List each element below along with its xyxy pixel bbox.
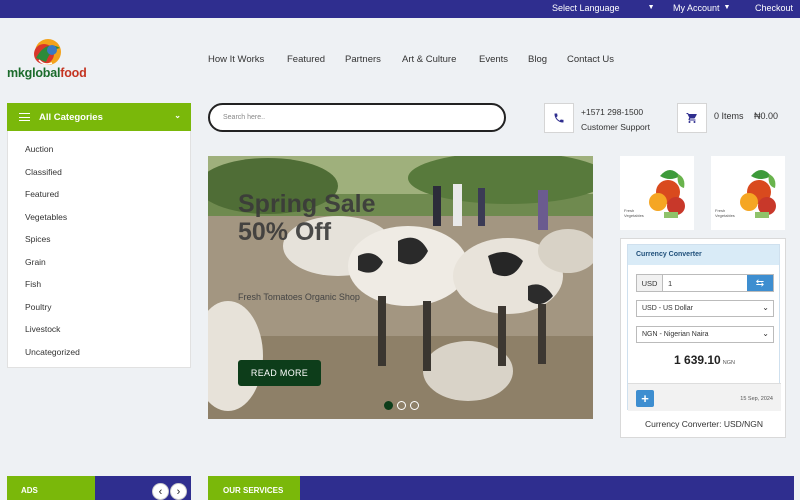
rate-date: 15 Sep, 2024 <box>740 396 773 402</box>
chevron-down-icon: ▼ <box>647 3 655 11</box>
services-section-bar: OUR SERVICES <box>208 476 794 500</box>
slider-dot-2[interactable] <box>397 401 406 410</box>
my-account-label: My Account <box>673 3 720 13</box>
read-more-button[interactable]: READ MORE <box>238 360 321 386</box>
swap-icon[interactable]: ⇆ <box>747 275 773 291</box>
hero-title: Spring Sale 50% Off <box>238 190 376 246</box>
language-selector[interactable]: Select Language ▼ <box>552 3 655 13</box>
category-uncategorized[interactable]: Uncategorized <box>25 347 80 357</box>
category-list: Auction Classified Featured Vegetables S… <box>7 131 191 368</box>
cart-summary[interactable]: 0 Items ₦0.00 <box>714 111 778 121</box>
from-currency-code: USD <box>637 275 663 291</box>
chevron-down-icon: ⌄ <box>762 329 769 338</box>
nav-events[interactable]: Events <box>479 54 508 65</box>
from-currency-select[interactable]: USD - US Dollar ⌄ <box>636 300 774 317</box>
chevron-down-icon: ⌄ <box>762 303 769 312</box>
search-input[interactable]: Search here.. <box>208 103 506 132</box>
checkout-label: Checkout <box>755 3 794 13</box>
converter-caption: Currency Converter: USD/NGN <box>644 419 764 429</box>
amount-value[interactable]: 1 <box>663 275 747 291</box>
conversion-result: 1 639.10 NGN <box>674 353 735 367</box>
nav-how-it-works[interactable]: How It Works <box>208 54 264 65</box>
top-bar: Select Language ▼ My Account ▼ Checkout <box>0 0 800 18</box>
nav-blog[interactable]: Blog <box>528 54 547 65</box>
category-vegetables[interactable]: Vegetables <box>25 212 67 222</box>
svg-text:Vegetables: Vegetables <box>715 213 735 218</box>
nav-partners[interactable]: Partners <box>345 54 381 65</box>
vegetables-image: Fresh Vegetables <box>620 156 694 230</box>
slider-dot-3[interactable] <box>410 401 419 410</box>
category-auction[interactable]: Auction <box>25 144 53 154</box>
to-currency-select[interactable]: NGN - Nigerian Naira ⌄ <box>636 326 774 343</box>
category-featured[interactable]: Featured <box>25 189 59 199</box>
prev-arrow-icon[interactable]: ‹ <box>152 483 169 500</box>
category-poultry[interactable]: Poultry <box>25 302 51 312</box>
category-grain[interactable]: Grain <box>25 257 46 267</box>
category-classified[interactable]: Classified <box>25 167 62 177</box>
language-label: Select Language <box>552 3 620 13</box>
cart-button[interactable] <box>677 103 707 133</box>
all-categories-label: All Categories <box>39 111 103 123</box>
category-fish[interactable]: Fish <box>25 279 41 289</box>
category-spices[interactable]: Spices <box>25 234 51 244</box>
my-account-menu[interactable]: My Account ▼ <box>673 3 730 13</box>
nav-featured[interactable]: Featured <box>287 54 325 65</box>
support-label: Customer Support <box>581 122 650 132</box>
menu-icon <box>19 113 30 121</box>
ads-label: ADS <box>7 476 95 500</box>
currency-converter-widget: Currency Converter USD 1 ⇆ USD - US Doll… <box>620 238 786 438</box>
promo-vegetables-2[interactable]: Fresh Vegetables <box>711 156 785 230</box>
vegetables-image: Fresh Vegetables <box>711 156 785 230</box>
customer-support: +1571 298-1500 Customer Support <box>581 105 650 135</box>
ads-section-bar: ADS ‹ › <box>7 476 191 500</box>
promo-vegetables-1[interactable]: Fresh Vegetables <box>620 156 694 230</box>
search-placeholder: Search here.. <box>223 114 266 121</box>
chevron-down-icon: ▼ <box>723 3 731 11</box>
category-livestock[interactable]: Livestock <box>25 324 60 334</box>
hero-subtitle: Fresh Tomatoes Organic Shop <box>238 292 360 302</box>
amount-field[interactable]: USD 1 ⇆ <box>636 274 774 292</box>
cart-icon <box>686 113 697 123</box>
next-arrow-icon[interactable]: › <box>170 483 187 500</box>
converter-footer: + 15 Sep, 2024 <box>628 383 781 411</box>
services-label: OUR SERVICES <box>208 476 300 500</box>
add-icon[interactable]: + <box>636 390 654 407</box>
converter-panel: Currency Converter USD 1 ⇆ USD - US Doll… <box>627 244 781 411</box>
all-categories-toggle[interactable]: All Categories ⌄ <box>7 103 191 131</box>
converter-title: Currency Converter <box>628 245 779 265</box>
slider-dots <box>384 401 419 410</box>
support-phone: +1571 298-1500 <box>581 107 644 117</box>
chevron-down-icon: ⌄ <box>174 111 181 120</box>
cart-items: 0 Items <box>714 111 744 121</box>
phone-button[interactable] <box>544 103 574 133</box>
checkout-link[interactable]: Checkout <box>755 3 793 13</box>
brand-name: mkglobalfood <box>7 66 87 80</box>
nav-contact-us[interactable]: Contact Us <box>567 54 614 65</box>
phone-icon <box>554 113 564 123</box>
hero-slider[interactable]: Spring Sale 50% Off Fresh Tomatoes Organ… <box>208 156 593 419</box>
nav-art-culture[interactable]: Art & Culture <box>402 54 456 65</box>
svg-text:Vegetables: Vegetables <box>624 213 644 218</box>
cart-total: ₦0.00 <box>754 111 779 121</box>
slider-dot-1[interactable] <box>384 401 393 410</box>
